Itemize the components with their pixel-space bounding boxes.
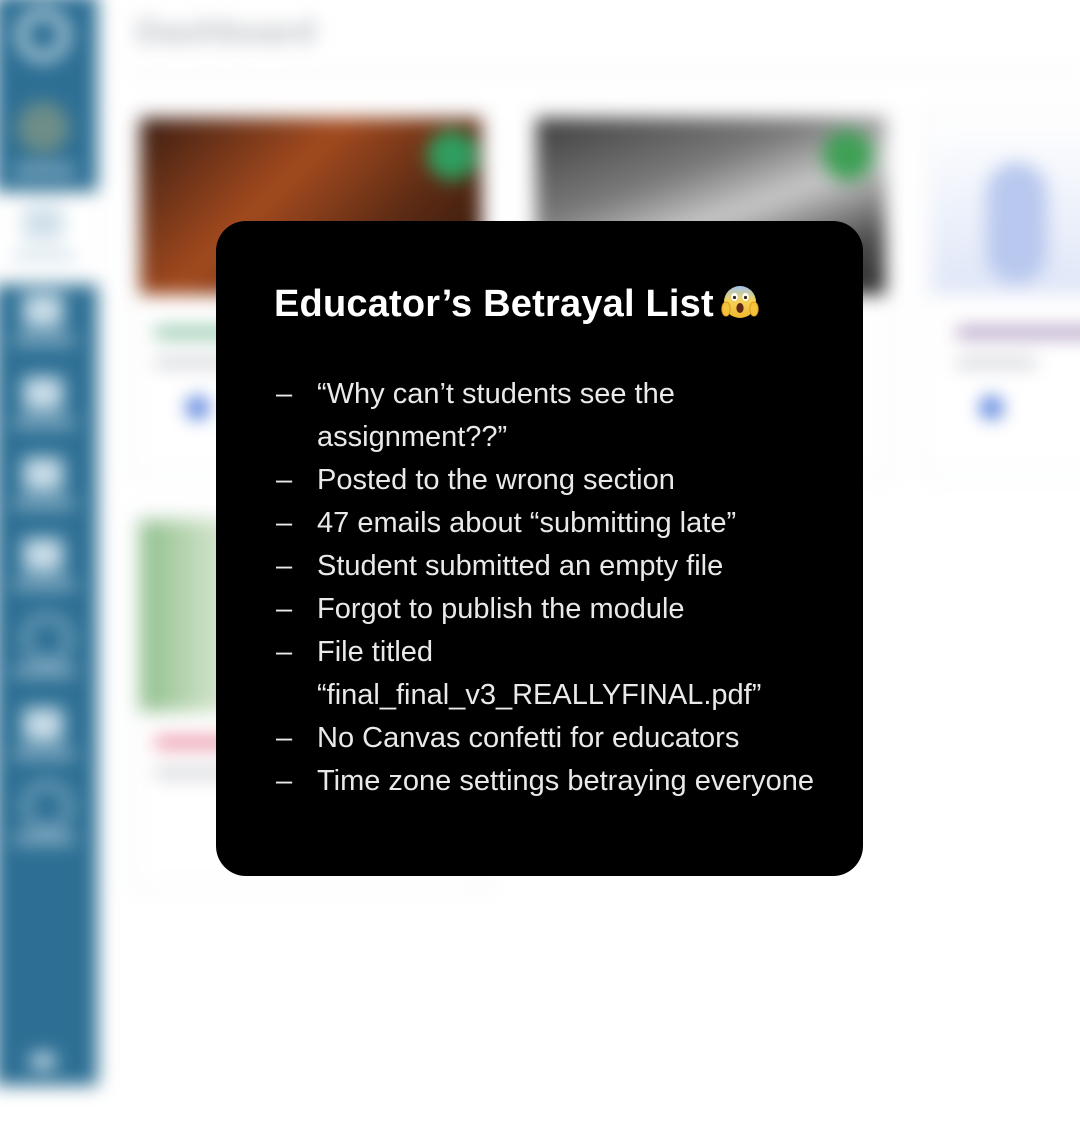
- sidebar-label-placeholder: [12, 667, 76, 676]
- sidebar-label-placeholder: [12, 834, 76, 843]
- course-subtitle-placeholder: [956, 358, 1037, 368]
- betrayal-list: – “Why can’t students see the assignment?…: [274, 373, 823, 803]
- collapse-arrow-icon: [30, 1053, 56, 1070]
- sidebar-item-groups[interactable]: [0, 370, 98, 447]
- sidebar-label-placeholder: [12, 335, 76, 345]
- list-item: – No Canvas confetti for educators: [274, 717, 823, 760]
- sidebar-item-logo[interactable]: [0, 0, 98, 71]
- list-item: – Posted to the wrong section: [274, 459, 823, 502]
- card-title: Educator’s Betrayal List: [274, 279, 823, 335]
- list-item-text: “Why can’t students see the assignment??…: [317, 378, 675, 453]
- list-item: – Student submitted an empty file: [274, 545, 823, 588]
- studio-icon: [22, 707, 64, 742]
- list-item-text: No Canvas confetti for educators: [317, 722, 740, 754]
- groups-icon: [22, 376, 64, 411]
- calendar-icon: [22, 457, 64, 492]
- sidebar-collapse[interactable]: [0, 1045, 98, 1122]
- bullet-dash: –: [276, 550, 293, 582]
- card-title-text: Educator’s Betrayal List: [274, 283, 714, 325]
- sidebar-label-placeholder: [12, 580, 76, 589]
- clock-icon: [22, 614, 72, 664]
- list-item: – File titled “final_final_v3_REALLYFINAL…: [274, 631, 823, 717]
- dashboard-icon: [22, 205, 64, 241]
- status-icon: [822, 129, 874, 181]
- sidebar-item-dashboard[interactable]: [0, 191, 98, 285]
- sidebar-item-inbox[interactable]: [0, 532, 98, 609]
- bullet-dash: –: [276, 722, 293, 754]
- help-icon: [22, 782, 72, 831]
- sidebar-item-studio[interactable]: [0, 702, 98, 779]
- betrayal-list-card: Educator’s Betrayal List – “Why can’t st…: [216, 221, 863, 876]
- list-item-text: File titled “final_final_v3_REALLYFINAL.…: [317, 636, 762, 711]
- figure-placeholder: [986, 162, 1048, 284]
- avatar: [16, 101, 70, 155]
- sidebar-label-placeholder: [12, 499, 76, 508]
- sidebar-label-placeholder: [12, 166, 76, 175]
- sidebar-item-calendar[interactable]: [0, 451, 98, 528]
- sidebar-item-courses[interactable]: [0, 287, 98, 364]
- announcement-icon[interactable]: [980, 396, 1003, 419]
- sidebar-item-account[interactable]: [0, 96, 98, 175]
- course-title-placeholder: [956, 327, 1080, 337]
- sidebar-label-placeholder: [12, 750, 76, 759]
- list-item-text: Student submitted an empty file: [317, 550, 724, 582]
- bullet-dash: –: [276, 464, 293, 496]
- list-item: – Time zone settings betraying everyone: [274, 760, 823, 803]
- announcement-icon[interactable]: [186, 396, 209, 419]
- bullet-dash: –: [276, 765, 293, 797]
- bullet-dash: –: [276, 593, 293, 625]
- list-item-text: Forgot to publish the module: [317, 593, 685, 625]
- list-item-text: 47 emails about “submitting late”: [317, 507, 737, 539]
- book-icon: [22, 293, 64, 328]
- course-card[interactable]: [923, 109, 1080, 478]
- bullet-dash: –: [276, 507, 293, 539]
- list-item: – Forgot to publish the module: [274, 588, 823, 631]
- inbox-icon: [22, 537, 64, 573]
- page-title: Dashboard: [135, 12, 316, 52]
- status-icon: [426, 129, 478, 181]
- sidebar-label-placeholder: [12, 418, 76, 427]
- sidebar-item-history[interactable]: [0, 614, 98, 692]
- sidebar-label-placeholder: [12, 252, 76, 261]
- sidebar-item-help[interactable]: [0, 782, 98, 859]
- sidebar-nav: [0, 0, 98, 1086]
- list-item: – “Why can’t students see the assignment?…: [274, 373, 823, 459]
- list-item-text: Time zone settings betraying everyone: [317, 765, 815, 797]
- list-item-text: Posted to the wrong section: [317, 464, 675, 496]
- divider: [125, 71, 1080, 74]
- logo-icon: [16, 8, 70, 62]
- bullet-dash: –: [276, 636, 293, 668]
- face-screaming-in-fear-icon: [720, 282, 760, 335]
- list-item: –47 emails about “submitting late”: [274, 502, 823, 545]
- bullet-dash: –: [276, 378, 293, 410]
